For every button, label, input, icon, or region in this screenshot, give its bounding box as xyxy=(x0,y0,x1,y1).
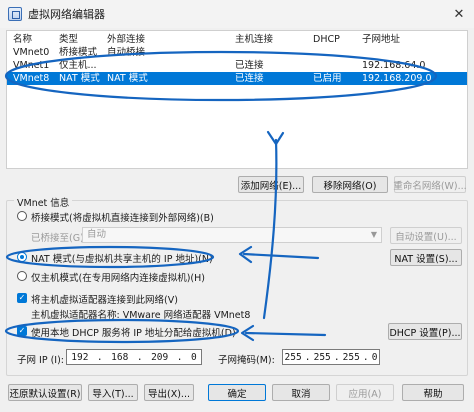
nat-settings-button[interactable]: NAT 设置(S)... xyxy=(390,249,462,266)
window-title: 虚拟网络编辑器 xyxy=(28,8,105,21)
nat-mode-label: NAT 模式(与虚拟机共享主机的 IP 地址)(N) xyxy=(31,254,213,265)
ip-separator: . xyxy=(136,351,143,363)
cell-external: NAT 模式 xyxy=(107,73,148,84)
ip-octet: 192 xyxy=(71,351,89,363)
dhcp-checkbox[interactable]: ✓ xyxy=(17,326,27,336)
cell-subnet: 192.168.64.0 xyxy=(362,60,426,71)
network-editor-icon xyxy=(8,7,22,21)
cancel-button[interactable]: 取消 xyxy=(272,384,330,401)
table-row-selected[interactable]: VMnet8 NAT 模式 NAT 模式 已连接 已启用 192.168.209… xyxy=(7,72,467,85)
cell-type: 仅主机... xyxy=(59,60,97,71)
cell-dhcp: 已启用 xyxy=(313,73,342,84)
remove-network-button[interactable]: 移除网络(O) xyxy=(312,176,388,193)
mask-octet: 255 xyxy=(284,351,302,363)
column-header-subnet[interactable]: 子网地址 xyxy=(362,33,400,46)
adapter-name-text: 主机虚拟适配器名称: VMware 网络适配器 VMnet8 xyxy=(31,310,251,321)
column-header-type[interactable]: 类型 xyxy=(59,33,78,46)
network-list[interactable]: 名称 类型 外部连接 主机连接 DHCP 子网地址 VMnet0 桥接模式 自动… xyxy=(6,30,468,169)
subnet-ip-input[interactable]: 192. 168. 209. 0 xyxy=(66,349,202,365)
table-row[interactable]: VMnet0 桥接模式 自动桥接 xyxy=(7,46,467,59)
table-row[interactable]: VMnet1 仅主机... 已连接 192.168.64.0 xyxy=(7,59,467,72)
mask-octet: 255 xyxy=(342,351,360,363)
connect-adapter-label: 将主机虚拟适配器连接到此网络(V) xyxy=(31,295,178,306)
ok-button[interactable]: 确定 xyxy=(208,384,266,401)
rename-network-button[interactable]: 重命名网络(W)... xyxy=(393,176,467,193)
export-button[interactable]: 导出(X)... xyxy=(144,384,194,401)
ip-separator: . xyxy=(96,351,103,363)
chevron-down-icon: ▼ xyxy=(370,230,377,239)
connect-adapter-checkbox[interactable]: ✓ xyxy=(17,293,27,303)
cell-host: 已连接 xyxy=(235,73,264,84)
cell-type: NAT 模式 xyxy=(59,73,100,84)
cell-type: 桥接模式 xyxy=(59,47,98,58)
ip-separator: . xyxy=(304,351,311,363)
bridged-to-select[interactable]: 自动 ▼ xyxy=(82,227,382,243)
add-network-button[interactable]: 添加网络(E)... xyxy=(238,176,304,193)
ip-separator: . xyxy=(176,351,183,363)
column-header-external[interactable]: 外部连接 xyxy=(107,33,145,46)
subnet-mask-input[interactable]: 255. 255. 255. 0 xyxy=(282,349,380,365)
host-only-label: 仅主机模式(在专用网络内连接虚拟机)(H) xyxy=(31,273,205,284)
ip-separator: . xyxy=(333,351,340,363)
import-button[interactable]: 导入(T)... xyxy=(88,384,138,401)
dhcp-settings-button[interactable]: DHCP 设置(P)... xyxy=(388,323,462,340)
column-header-dhcp[interactable]: DHCP xyxy=(313,33,340,46)
auto-settings-button[interactable]: 自动设置(U)... xyxy=(390,227,462,244)
restore-defaults-button[interactable]: 还原默认设置(R) xyxy=(8,384,82,401)
bridged-to-label: 已桥接至(G): xyxy=(31,233,87,244)
cell-subnet: 192.168.209.0 xyxy=(362,73,432,84)
cell-external: 自动桥接 xyxy=(107,47,146,58)
subnet-mask-label: 子网掩码(M): xyxy=(218,355,275,366)
ip-separator: . xyxy=(362,351,369,363)
bridge-mode-label: 桥接模式(将虚拟机直接连接到外部网络)(B) xyxy=(31,213,214,224)
dhcp-label: 使用本地 DHCP 服务将 IP 地址分配给虚拟机(D) xyxy=(31,328,236,339)
cell-name: VMnet1 xyxy=(13,60,50,71)
title-bar: 虚拟网络编辑器 ✕ xyxy=(0,0,474,28)
column-header-name[interactable]: 名称 xyxy=(13,33,32,46)
ip-octet: 209 xyxy=(151,351,169,363)
close-icon[interactable]: ✕ xyxy=(444,0,474,28)
ip-octet: 168 xyxy=(111,351,129,363)
bridged-to-value: 自动 xyxy=(87,229,107,240)
apply-button[interactable]: 应用(A) xyxy=(336,384,394,401)
mask-octet: 255 xyxy=(313,351,331,363)
cell-name: VMnet8 xyxy=(13,73,50,84)
cell-host: 已连接 xyxy=(235,60,264,71)
list-header: 名称 类型 外部连接 主机连接 DHCP 子网地址 xyxy=(7,33,467,46)
subnet-ip-label: 子网 IP (I): xyxy=(17,355,64,366)
mask-octet: 0 xyxy=(371,351,378,363)
cell-name: VMnet0 xyxy=(13,47,50,58)
help-button[interactable]: 帮助 xyxy=(402,384,464,401)
nat-mode-radio[interactable] xyxy=(17,252,27,262)
ip-octet: 0 xyxy=(190,351,197,363)
host-only-radio[interactable] xyxy=(17,271,27,281)
column-header-host[interactable]: 主机连接 xyxy=(235,33,273,46)
vmnet-info-label: VMnet 信息 xyxy=(14,195,73,209)
bridge-mode-radio[interactable] xyxy=(17,211,27,221)
